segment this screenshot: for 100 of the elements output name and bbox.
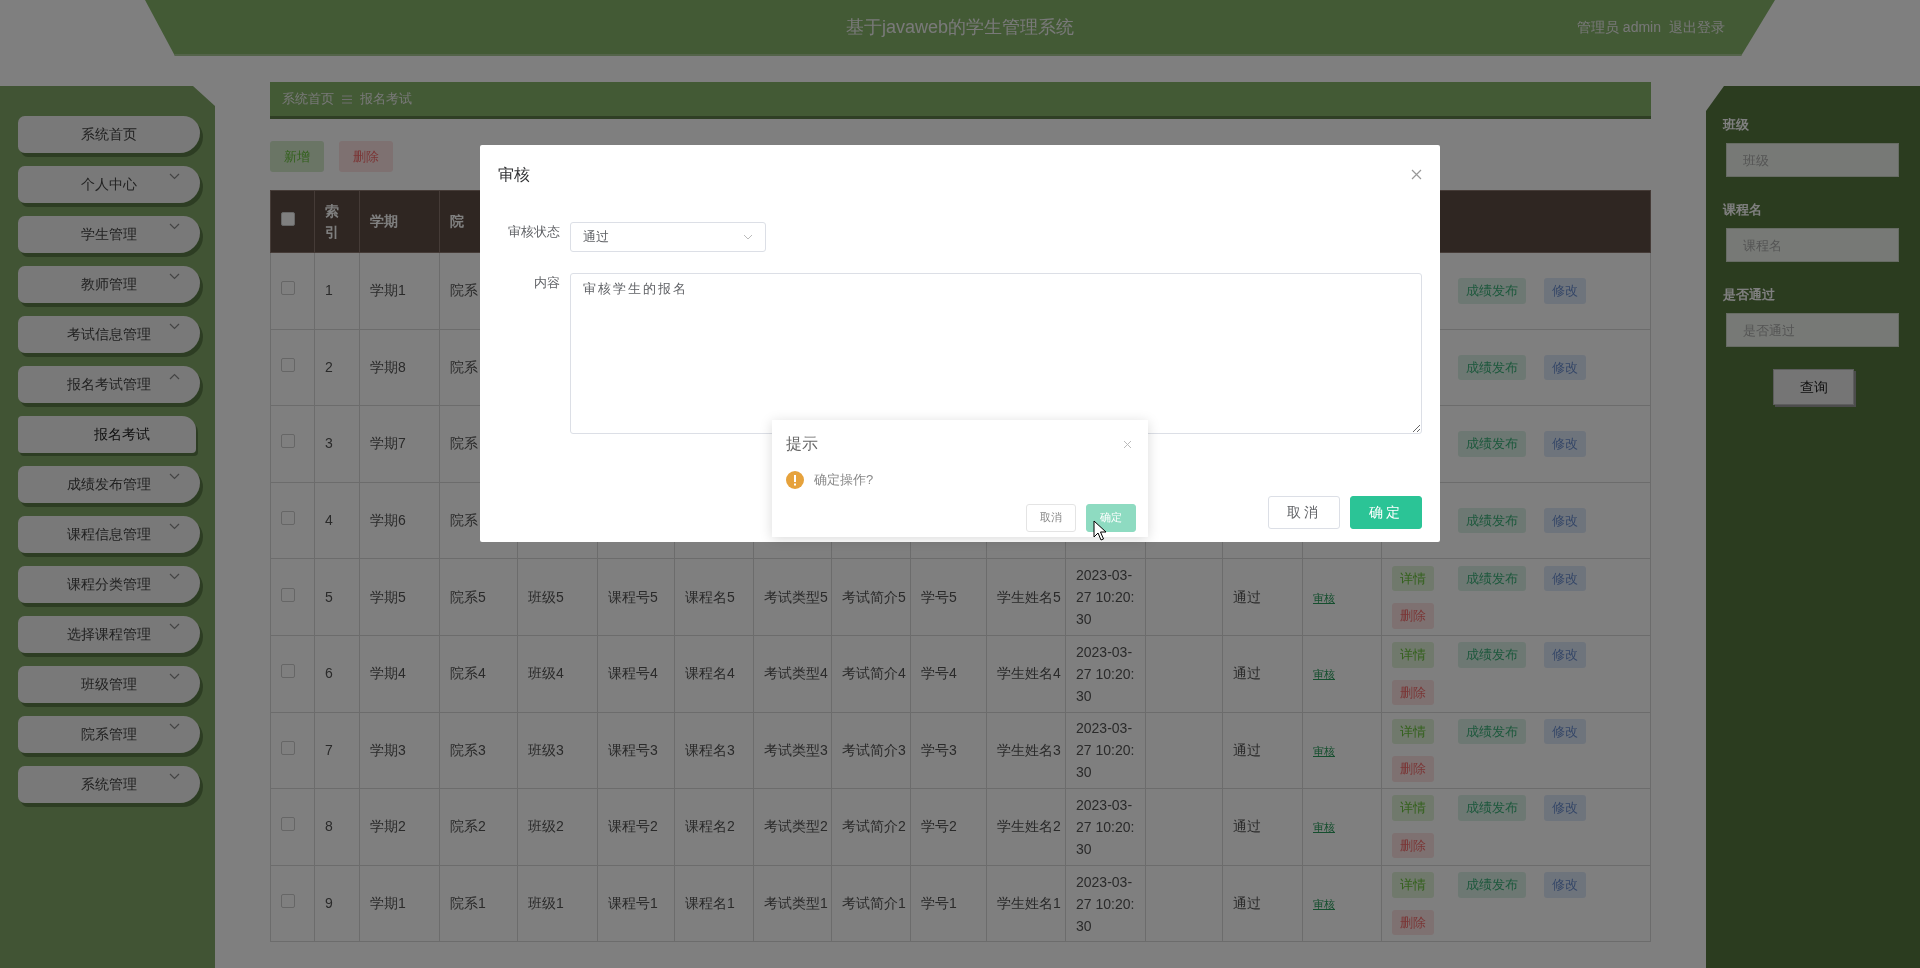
column-header: 院 [450, 213, 464, 229]
confirm-button[interactable]: 确定 [1086, 503, 1136, 532]
edit-button[interactable]: 修改 [1544, 642, 1586, 668]
select-all-checkbox[interactable] [281, 212, 295, 226]
table-cell: 学号4 [921, 665, 957, 682]
breadcrumb-current[interactable]: 报名考试 [360, 89, 412, 109]
row-checkbox[interactable] [281, 281, 295, 296]
close-icon[interactable] [1123, 439, 1132, 449]
table-cell: 9 [325, 895, 333, 912]
status-select[interactable]: 通过 [570, 222, 766, 252]
publish-grade-button[interactable]: 成绩发布 [1458, 278, 1526, 304]
table-cell: 院系3 [450, 741, 486, 758]
review-link[interactable]: 审核 [1313, 821, 1335, 834]
table-cell: 学期1 [370, 895, 406, 912]
row-checkbox[interactable] [281, 894, 295, 909]
table-cell: 8 [325, 818, 333, 835]
publish-grade-button[interactable]: 成绩发布 [1458, 642, 1526, 668]
table-cell: 学生姓名4 [997, 665, 1061, 682]
row-checkbox[interactable] [281, 587, 295, 602]
edit-button[interactable]: 修改 [1544, 278, 1586, 304]
edit-button[interactable]: 修改 [1544, 431, 1586, 457]
field-label: 内容 [533, 274, 561, 292]
row-checkbox[interactable] [281, 817, 295, 832]
row-checkbox[interactable] [281, 664, 295, 679]
table-cell: 课程号3 [608, 741, 658, 758]
table-cell-text: 2023-03-27 10:20:30 [1076, 566, 1136, 630]
detail-button[interactable]: 详情 [1392, 872, 1434, 898]
breadcrumb-separator-icon [342, 94, 352, 104]
table-cell: 班级4 [528, 665, 564, 682]
table-cell: 课程名1 [685, 895, 735, 912]
table-cell: 考试简介3 [842, 741, 906, 758]
edit-button[interactable]: 修改 [1544, 507, 1586, 534]
table-cell: 院系1 [450, 895, 486, 912]
field-label: 课程名 [1723, 201, 1762, 219]
review-link[interactable]: 审核 [1313, 898, 1335, 911]
row-checkbox[interactable] [281, 740, 295, 755]
edit-button[interactable]: 修改 [1544, 718, 1586, 745]
detail-button[interactable]: 详情 [1392, 565, 1434, 592]
table-cell: 学期3 [370, 741, 406, 758]
row-checkbox[interactable] [281, 511, 295, 526]
table-cell: 学生姓名3 [997, 741, 1061, 758]
edit-button[interactable]: 修改 [1544, 354, 1586, 381]
table-cell: 考试简介1 [842, 895, 906, 912]
close-icon[interactable] [1411, 169, 1422, 180]
sidebar-item[interactable]: 报名考试 [18, 416, 196, 453]
table-cell: 考试简介4 [842, 665, 906, 682]
warning-icon [786, 470, 804, 489]
search-button[interactable]: 查询 [1773, 369, 1854, 405]
publish-grade-button[interactable]: 成绩发布 [1458, 795, 1526, 821]
select-value: 通过 [583, 228, 609, 247]
publish-grade-button[interactable]: 成绩发布 [1458, 565, 1526, 592]
column-header: 索引 [325, 202, 339, 240]
table-cell: 课程名5 [685, 588, 735, 605]
publish-grade-button[interactable]: 成绩发布 [1458, 718, 1526, 745]
table-cell-text: 2023-03-27 10:20:30 [1076, 642, 1136, 706]
confirm-button[interactable]: 确定 [1350, 496, 1422, 529]
chevron-icon [743, 234, 753, 240]
table-cell: 学期5 [370, 588, 406, 605]
add-button[interactable]: 新增 [270, 141, 324, 172]
table-cell: 通过 [1233, 895, 1261, 912]
table-cell: 通过 [1233, 588, 1261, 605]
edit-button[interactable]: 修改 [1544, 565, 1586, 592]
review-link[interactable]: 审核 [1313, 744, 1335, 757]
review-link[interactable]: 审核 [1313, 591, 1335, 604]
edit-button[interactable]: 修改 [1544, 872, 1586, 898]
table-cell: 院系5 [450, 588, 486, 605]
table-cell: 学期4 [370, 665, 406, 682]
cancel-button[interactable]: 取消 [1026, 503, 1076, 532]
publish-grade-button[interactable]: 成绩发布 [1458, 507, 1526, 534]
table-cell: 学期1 [370, 282, 406, 299]
table-cell: 通过 [1233, 665, 1261, 682]
table-cell: 课程名3 [685, 741, 735, 758]
cancel-button[interactable]: 取消 [1268, 496, 1340, 529]
table-cell: 课程名2 [685, 818, 735, 835]
table-cell: 考试简介2 [842, 818, 906, 835]
table-cell: 院系 [450, 282, 478, 299]
content-field[interactable]: 审核学生的报名 [570, 273, 1422, 434]
table-cell: 班级2 [528, 818, 564, 835]
edit-button[interactable]: 修改 [1544, 795, 1586, 821]
publish-grade-button[interactable]: 成绩发布 [1458, 431, 1526, 457]
table-cell: 学生姓名2 [997, 818, 1061, 835]
row-checkbox[interactable] [281, 434, 295, 449]
table-cell: 课程号2 [608, 818, 658, 835]
detail-button[interactable]: 详情 [1392, 642, 1434, 668]
table-cell: 考试类型3 [764, 741, 828, 758]
review-link[interactable]: 审核 [1313, 668, 1335, 681]
field-label: 是否通过 [1723, 286, 1775, 304]
table-cell: 5 [325, 588, 333, 605]
table-cell: 7 [325, 741, 333, 758]
table-cell-text: 2023-03-27 10:20:30 [1076, 719, 1136, 783]
field-label: 班级 [1723, 116, 1749, 134]
row-checkbox[interactable] [281, 357, 295, 372]
table-cell: 6 [325, 665, 333, 682]
table-cell: 考试简介5 [842, 588, 906, 605]
publish-grade-button[interactable]: 成绩发布 [1458, 354, 1526, 381]
table-cell: 学期2 [370, 818, 406, 835]
detail-button[interactable]: 详情 [1392, 718, 1434, 745]
publish-grade-button[interactable]: 成绩发布 [1458, 872, 1526, 898]
table-cell: 学号2 [921, 818, 957, 835]
detail-button[interactable]: 详情 [1392, 795, 1434, 821]
